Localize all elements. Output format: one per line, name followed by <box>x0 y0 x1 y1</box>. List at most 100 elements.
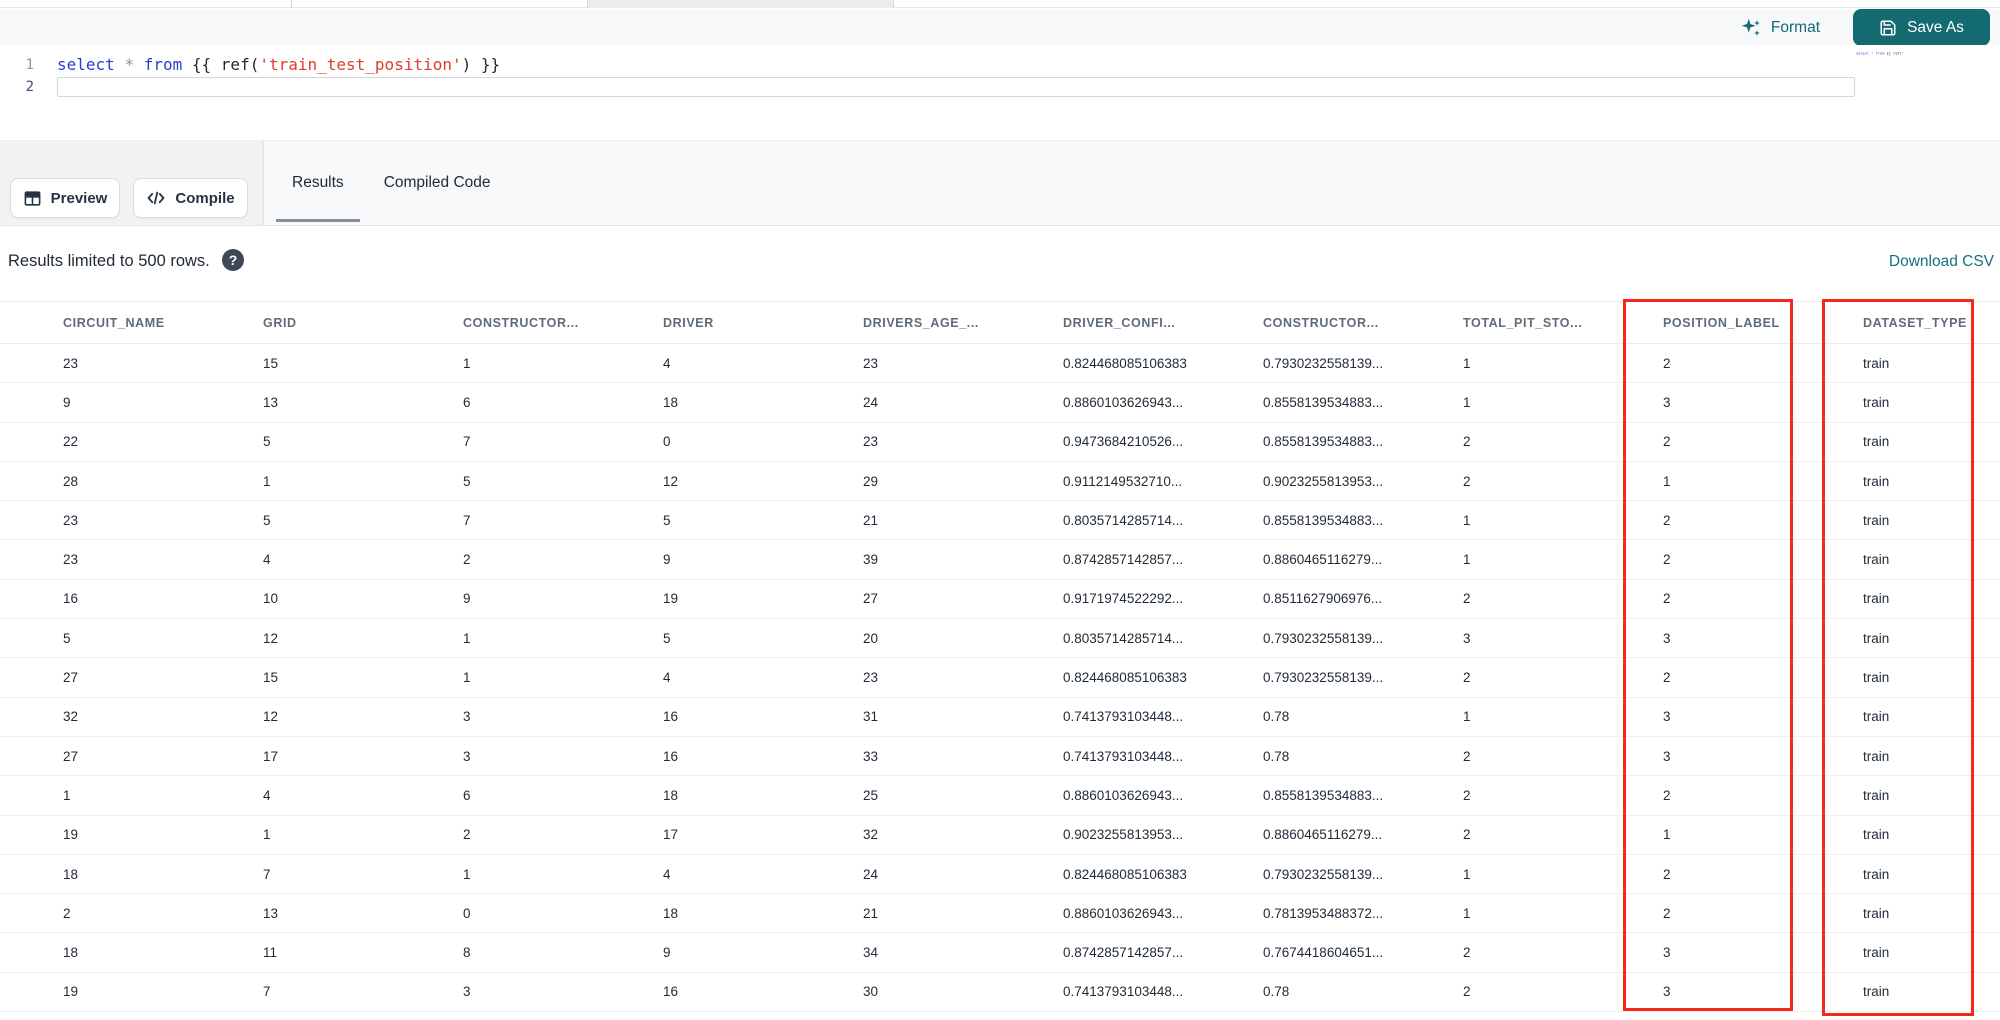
table-cell: 6 <box>463 394 471 410</box>
table-cell: 23 <box>63 512 79 528</box>
table-cell: 1 <box>463 866 471 882</box>
table-cell: 13 <box>263 394 279 410</box>
table-cell: 0.824468085106383 <box>1063 866 1187 882</box>
table-cell: 21 <box>863 512 879 528</box>
table-cell: 7 <box>463 434 471 450</box>
help-icon[interactable]: ? <box>222 249 244 271</box>
table-cell: 24 <box>863 394 879 410</box>
table-row: 16 10 9 19 27 0.9171974522292... 0.85116279069… <box>0 580 2000 620</box>
table-cell: 2 <box>1663 591 1671 607</box>
table-cell: 0.9112149532710... <box>1063 473 1183 489</box>
table-cell: 1 <box>1463 512 1471 528</box>
table-cell: 16 <box>663 709 679 725</box>
table-cell: 39 <box>863 552 879 568</box>
table-cell: 17 <box>263 748 279 764</box>
table-cell: 0.8860465116279... <box>1263 827 1383 843</box>
table-cell: 32 <box>863 827 879 843</box>
table-cell: 2 <box>1463 984 1471 1000</box>
table-row: 9 13 6 18 24 0.8860103626943... 0.855813953488… <box>0 383 2000 423</box>
sql-editor[interactable]: 1 2 select * from {{ ref('train_test_pos… <box>0 45 2000 140</box>
table-cell: 25 <box>863 787 879 803</box>
table-cell: 13 <box>263 905 279 921</box>
table-cell: 3 <box>1663 630 1671 646</box>
table-row: 19 7 3 16 30 0.7413793103448... 0.78 2 3 train <box>0 973 2000 1013</box>
table-cell: 9 <box>463 591 471 607</box>
results-table[interactable]: CIRCUIT_NAME GRID CONSTRUCTOR... DRIVER DRIV… <box>0 301 2000 1020</box>
save-as-button[interactable]: Save As <box>1853 9 1990 46</box>
table-cell: 20 <box>863 630 879 646</box>
results-table-body: 23 15 1 4 23 0.824468085106383 0.7930232558139… <box>0 344 2000 1013</box>
table-cell: 23 <box>63 552 79 568</box>
table-cell: 7 <box>263 866 271 882</box>
column-header: TOTAL_PIT_STO... <box>1463 315 1583 330</box>
code-token: ref( <box>1893 51 1902 56</box>
table-cell: 2 <box>63 905 71 921</box>
table-cell: 3 <box>1663 748 1671 764</box>
tab-compiled-code[interactable]: Compiled Code <box>364 141 511 225</box>
table-cell: 3 <box>1663 709 1671 725</box>
table-cell: 0.8558139534883... <box>1263 394 1384 410</box>
table-cell: train <box>1863 552 1890 568</box>
download-csv-link[interactable]: Download CSV <box>1889 253 1994 271</box>
table-cell: 3 <box>463 984 471 1000</box>
table-cell: 4 <box>263 787 271 803</box>
table-cell: 0 <box>463 905 471 921</box>
table-cell: 1 <box>63 787 71 803</box>
table-cell: 0.9473684210526... <box>1063 434 1184 450</box>
table-cell: 0.7413793103448... <box>1063 748 1184 764</box>
code-token: {{ <box>191 55 221 74</box>
tab-divider <box>893 0 894 8</box>
sql-code-line[interactable]: select * from {{ ref('train_test_positio… <box>57 56 500 74</box>
table-cell: 2 <box>1463 827 1471 843</box>
query-actions-panel: Preview Compile <box>0 141 264 225</box>
tab-results[interactable]: Results <box>272 141 364 225</box>
table-cell: 0.9023255813953... <box>1063 827 1184 843</box>
code-token: 'train_test_position' <box>1901 51 1904 56</box>
table-cell: 2 <box>463 827 471 843</box>
table-cell: 12 <box>263 709 279 725</box>
table-row: 23 5 7 5 21 0.8035714285714... 0.8558139534883… <box>0 501 2000 541</box>
table-cell: 15 <box>263 355 279 371</box>
table-cell: 4 <box>663 866 671 882</box>
table-cell: 3 <box>1663 394 1671 410</box>
table-cell: 2 <box>1663 787 1671 803</box>
table-cell: 12 <box>663 473 679 489</box>
code-token: from <box>143 55 183 74</box>
table-cell: 2 <box>1463 787 1471 803</box>
table-cell: 2 <box>1663 670 1671 686</box>
format-label: Format <box>1770 19 1820 36</box>
table-row: 18 11 8 9 34 0.8742857142857... 0.767441860465… <box>0 933 2000 973</box>
format-button[interactable]: Format <box>1740 16 1820 40</box>
table-cell: 21 <box>863 905 879 921</box>
table-cell: 1 <box>1463 552 1471 568</box>
table-cell: train <box>1863 670 1890 686</box>
table-cell: 2 <box>1663 552 1671 568</box>
table-cell: 9 <box>63 394 71 410</box>
column-header: DRIVER_CONFI... <box>1063 315 1176 330</box>
table-cell: train <box>1863 591 1890 607</box>
table-cell: 2 <box>1663 866 1671 882</box>
table-cell: 18 <box>663 905 679 921</box>
table-cell: 23 <box>863 434 879 450</box>
compile-button[interactable]: Compile <box>133 178 248 218</box>
table-cell: 0.8558139534883... <box>1263 434 1384 450</box>
results-table-header: CIRCUIT_NAME GRID CONSTRUCTOR... DRIVER DRIV… <box>0 302 2000 344</box>
table-cell: 29 <box>863 473 879 489</box>
table-cell: 19 <box>63 827 79 843</box>
table-cell: 0.8035714285714... <box>1063 630 1184 646</box>
table-cell: 6 <box>463 787 471 803</box>
table-cell: 0.8511627906976... <box>1263 591 1383 607</box>
table-cell: 8 <box>463 945 471 961</box>
table-cell: train <box>1863 630 1890 646</box>
table-cell: 1 <box>1463 709 1471 725</box>
preview-button[interactable]: Preview <box>10 178 120 218</box>
table-cell: train <box>1863 827 1890 843</box>
table-cell: train <box>1863 512 1890 528</box>
table-cell: 5 <box>263 512 271 528</box>
table-cell: 11 <box>263 945 278 961</box>
active-line-highlight <box>57 77 1855 97</box>
code-token: }} <box>480 55 501 74</box>
table-cell: 0.8860103626943... <box>1063 394 1184 410</box>
table-cell: 0.78 <box>1263 709 1290 725</box>
code-token: ) <box>461 55 481 74</box>
